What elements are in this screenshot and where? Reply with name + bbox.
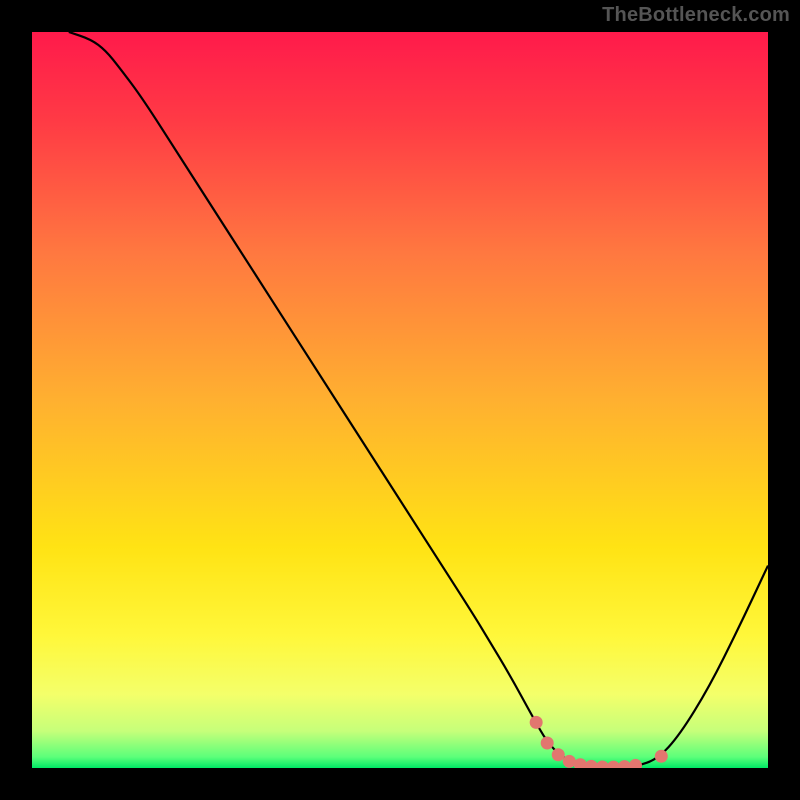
optimal-marker: [552, 748, 565, 761]
optimal-marker: [655, 750, 668, 763]
watermark-label: TheBottleneck.com: [602, 4, 790, 27]
optimal-marker: [563, 755, 576, 768]
chart-background: [32, 32, 768, 768]
optimal-marker: [541, 736, 554, 749]
chart-area: [32, 32, 768, 768]
bottleneck-chart: [32, 32, 768, 768]
optimal-marker: [530, 716, 543, 729]
